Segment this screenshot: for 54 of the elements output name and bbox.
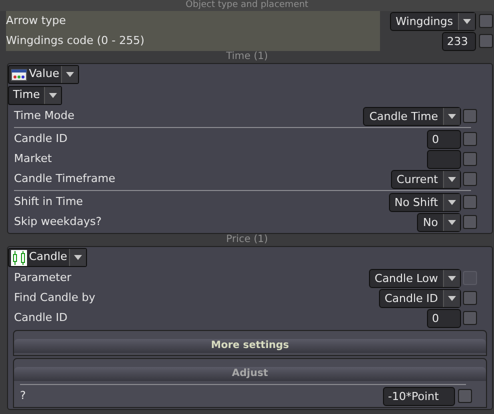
section-title: Price (1)	[226, 234, 268, 246]
dropdown[interactable]: No Shift	[388, 192, 461, 212]
dropdown[interactable]: Wingdings	[390, 12, 476, 30]
candlestick-icon	[11, 250, 27, 266]
section-header[interactable]: Adjust	[14, 367, 486, 381]
field-label: Parameter	[14, 270, 72, 286]
checkbox[interactable]	[458, 389, 472, 403]
dropdown[interactable]: Candle Time	[363, 106, 461, 126]
section-title: Time (1)	[226, 51, 268, 63]
input-field[interactable]: -10*Point	[383, 386, 455, 406]
caret-icon	[448, 220, 456, 224]
section-title: Object type and placement	[186, 0, 308, 11]
checkbox[interactable]	[463, 152, 477, 166]
field-label: Arrow type	[6, 12, 67, 29]
input-field[interactable]: 0	[427, 308, 461, 328]
checkbox[interactable]	[463, 172, 477, 186]
checkbox[interactable]	[463, 215, 477, 229]
dropdown[interactable]: Candle ID	[378, 288, 461, 308]
checkbox[interactable]	[463, 195, 477, 209]
field-label: Shift in Time	[14, 194, 84, 210]
caret-icon	[74, 255, 82, 260]
field-label: Find Candle by	[14, 290, 96, 306]
caret-icon	[66, 72, 74, 77]
section-header[interactable]: More settings	[14, 339, 486, 353]
caret-icon	[448, 176, 456, 182]
dropdown[interactable]: Value	[8, 65, 80, 84]
field-label: ?	[20, 388, 27, 404]
checkbox[interactable]	[463, 132, 477, 146]
checkbox[interactable]	[463, 311, 477, 325]
field-label: Time Mode	[14, 108, 76, 124]
value-icon	[11, 68, 27, 80]
field-label: Wingdings code (0 - 255)	[6, 32, 146, 49]
checkbox[interactable]	[479, 34, 493, 48]
caret-icon	[48, 93, 57, 98]
field-label: Market	[14, 150, 53, 167]
field-label: Candle ID	[14, 130, 68, 147]
caret-icon	[448, 200, 456, 204]
field-label: Candle Timeframe	[14, 170, 116, 187]
caret-icon	[448, 276, 456, 280]
caret-icon	[463, 18, 471, 24]
dropdown[interactable]: No	[417, 212, 461, 232]
field-label: Skip weekdays?	[14, 214, 103, 230]
dropdown[interactable]: Time	[8, 86, 62, 105]
input-field[interactable]	[427, 150, 461, 168]
caret-icon	[448, 114, 456, 118]
checkbox[interactable]	[479, 14, 493, 28]
caret-icon	[448, 296, 456, 300]
checkbox[interactable]	[463, 291, 477, 305]
checkbox[interactable]	[463, 109, 477, 123]
field-label: Candle ID	[14, 310, 68, 326]
input-field[interactable]: 233	[442, 32, 476, 50]
dropdown[interactable]: Candle	[8, 248, 88, 267]
input-field[interactable]: 0	[427, 130, 461, 148]
dropdown[interactable]: Current	[390, 170, 461, 188]
